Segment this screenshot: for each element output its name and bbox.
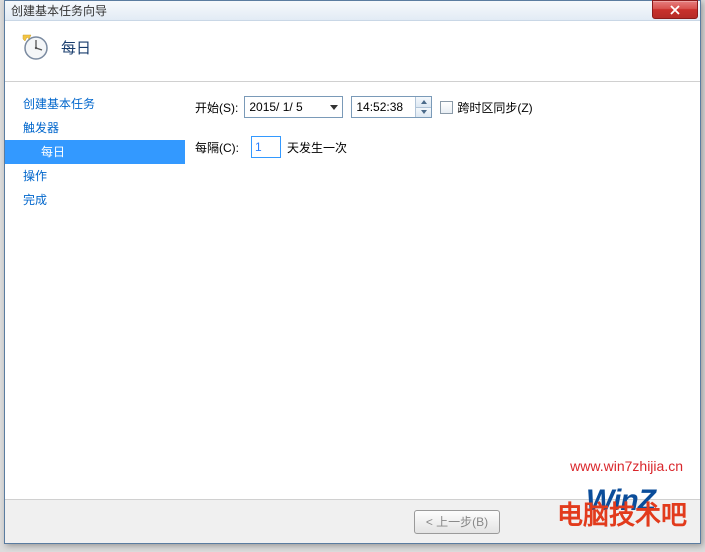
sidebar-item-label: 完成 <box>23 193 47 207</box>
sidebar-item-label: 每日 <box>41 145 65 159</box>
chevron-down-icon <box>330 105 338 110</box>
wizard-header: 每日 <box>5 21 700 82</box>
sync-timezone-label: 跨时区同步(Z) <box>457 99 532 116</box>
start-date-value: 2015/ 1/ 5 <box>249 100 324 114</box>
start-row: 开始(S): 2015/ 1/ 5 14:52:38 跨时区同步(Z) <box>195 96 690 118</box>
wizard-body: 创建基本任务 触发器 每日 操作 完成 开始(S): 2015/ 1/ 5 <box>5 82 700 512</box>
interval-label: 每隔(C): <box>195 139 239 156</box>
wizard-content: 开始(S): 2015/ 1/ 5 14:52:38 跨时区同步(Z) 每隔(C… <box>185 82 700 512</box>
sidebar-item-action[interactable]: 操作 <box>5 164 185 188</box>
time-spin-down[interactable] <box>416 108 431 118</box>
start-time-picker[interactable]: 14:52:38 <box>351 96 432 118</box>
sync-timezone-checkbox[interactable] <box>440 101 453 114</box>
clock-icon <box>21 33 49 61</box>
chevron-down-icon <box>421 110 427 114</box>
close-button[interactable] <box>652 0 698 19</box>
sidebar-item-trigger[interactable]: 触发器 <box>5 116 185 140</box>
wizard-sidebar: 创建基本任务 触发器 每日 操作 完成 <box>5 82 185 512</box>
start-label: 开始(S): <box>195 99 238 116</box>
start-time-value: 14:52:38 <box>356 100 411 114</box>
back-button[interactable]: < 上一步(B) <box>414 510 500 534</box>
sidebar-item-label: 触发器 <box>23 121 59 135</box>
wizard-window: 创建基本任务向导 每日 创建基本任务 触发器 <box>4 0 701 544</box>
close-icon <box>670 5 680 15</box>
time-spinner <box>415 97 431 117</box>
time-spin-up[interactable] <box>416 97 431 108</box>
titlebar: 创建基本任务向导 <box>5 1 700 21</box>
wizard-footer: < 上一步(B) <box>5 499 700 543</box>
window-title: 创建基本任务向导 <box>11 2 107 19</box>
interval-input[interactable] <box>251 136 281 158</box>
sidebar-item-create-task[interactable]: 创建基本任务 <box>5 92 185 116</box>
interval-suffix: 天发生一次 <box>287 139 347 156</box>
sidebar-item-label: 操作 <box>23 169 47 183</box>
chevron-up-icon <box>421 100 427 104</box>
sidebar-item-daily[interactable]: 每日 <box>5 140 185 164</box>
page-title: 每日 <box>61 37 91 58</box>
start-date-picker[interactable]: 2015/ 1/ 5 <box>244 96 343 118</box>
interval-row: 每隔(C): 天发生一次 <box>195 136 690 158</box>
sidebar-item-finish[interactable]: 完成 <box>5 188 185 212</box>
sidebar-item-label: 创建基本任务 <box>23 97 95 111</box>
